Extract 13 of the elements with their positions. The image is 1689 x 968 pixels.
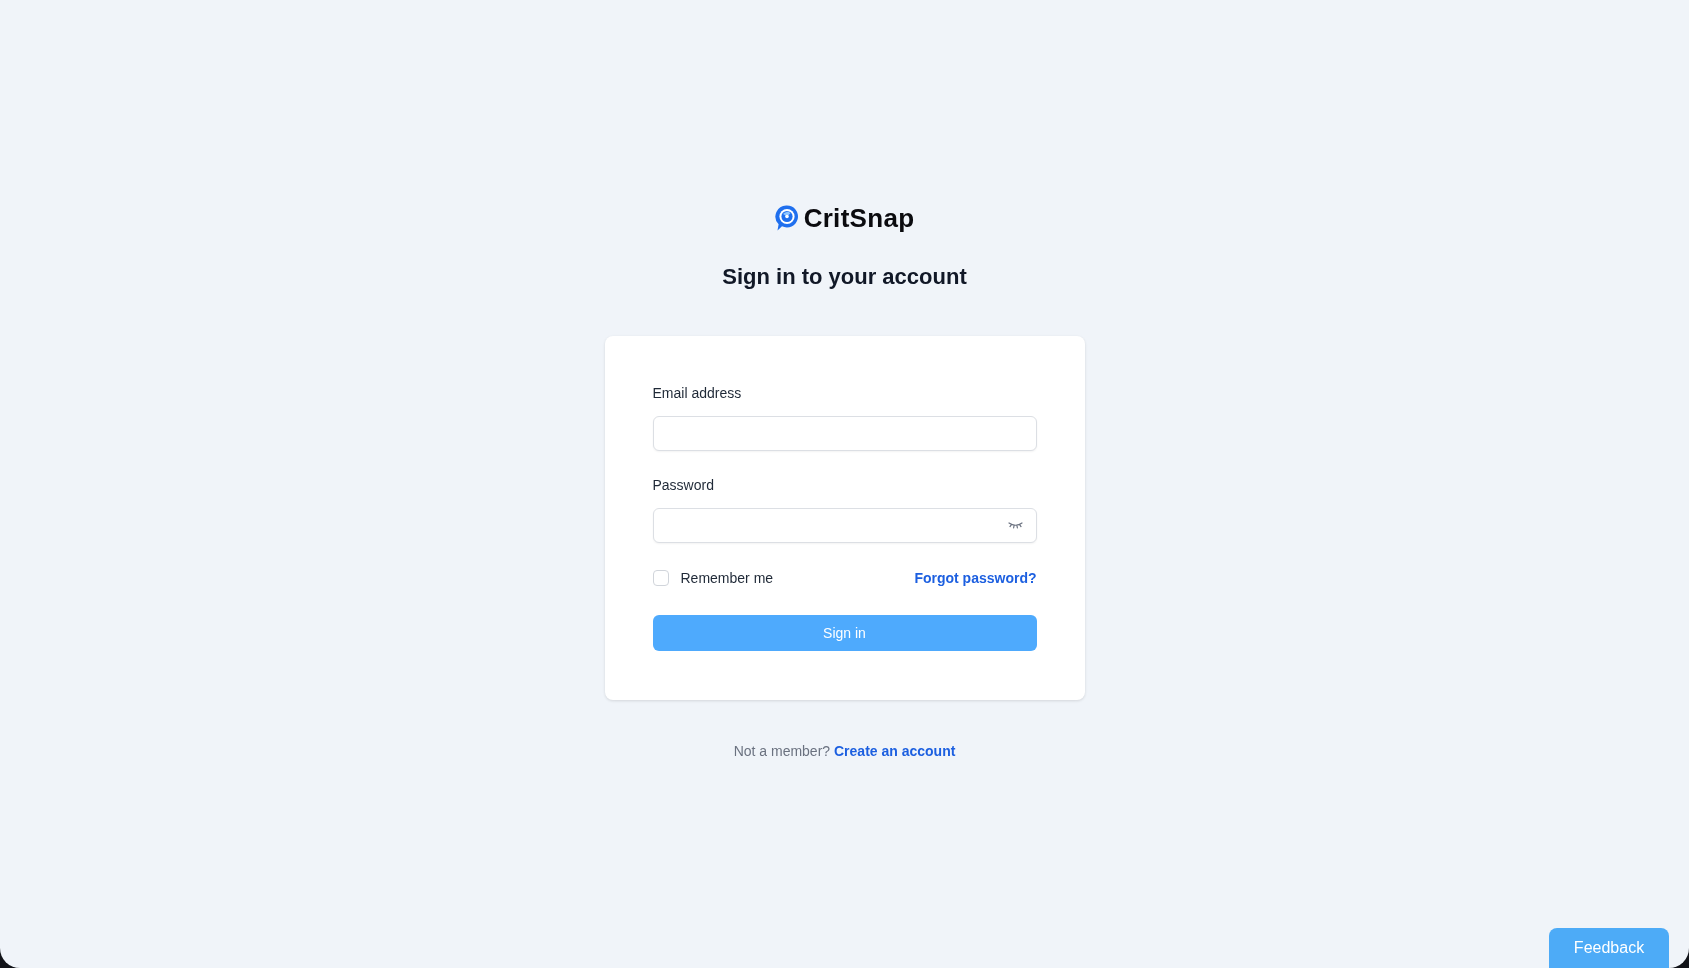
field-label: Password xyxy=(652,476,715,495)
remember-me-label: Remember me xyxy=(680,569,774,588)
logo-icon xyxy=(774,205,799,231)
remember-checkbox[interactable] xyxy=(652,570,669,586)
email-field[interactable] xyxy=(652,416,1037,451)
forgot-password-link[interactable]: Forgot password? xyxy=(914,568,1037,588)
closed-eye-icon[interactable] xyxy=(1007,521,1023,530)
sign-up-prompt: Not a member? Create an account xyxy=(733,742,956,761)
password-field[interactable] xyxy=(652,508,1037,543)
page-heading: Sign in to your account xyxy=(722,263,967,291)
logo-wordmark: CritSnap xyxy=(803,203,915,233)
field-label: Email address xyxy=(652,384,743,403)
create-account-link[interactable]: Create an account xyxy=(834,743,956,759)
